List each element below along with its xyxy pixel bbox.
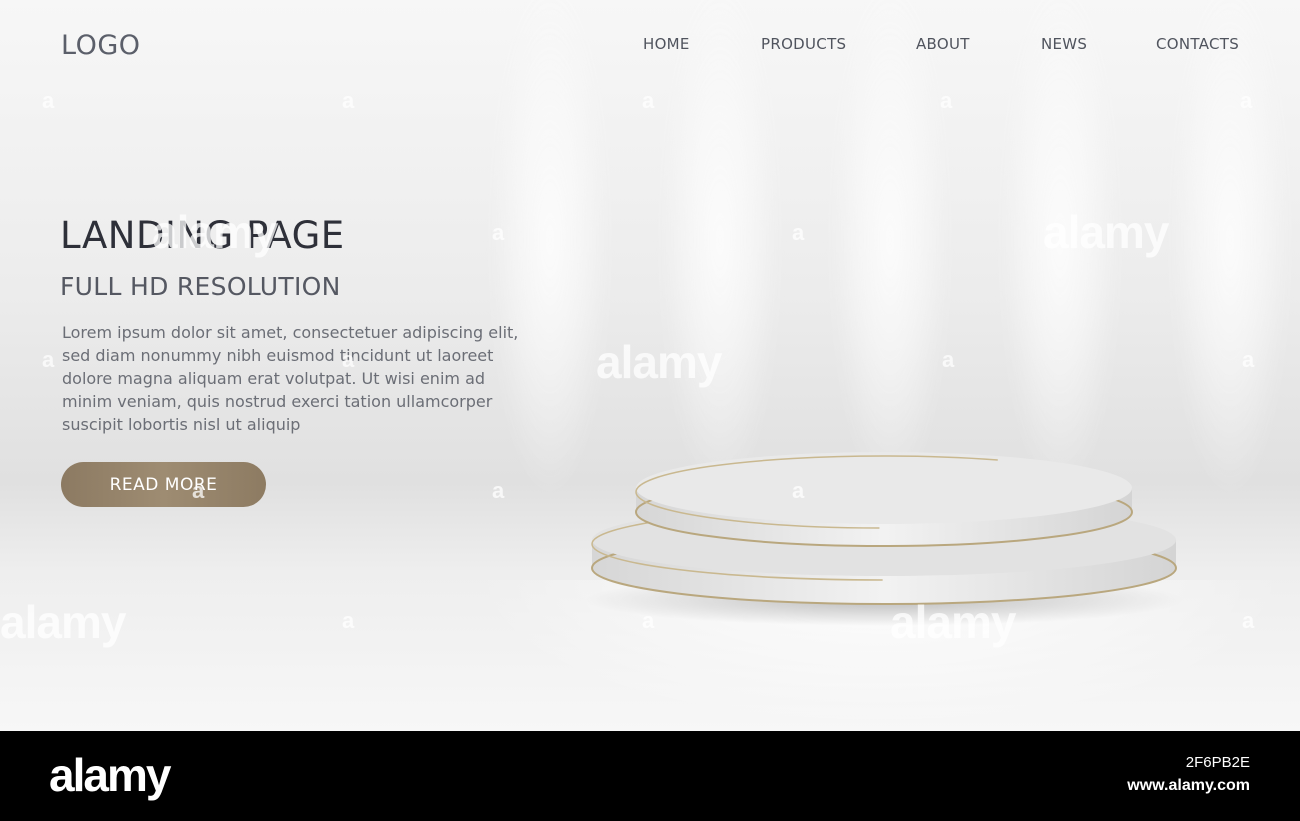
watermark-mark: a (192, 478, 204, 503)
nav-products[interactable]: PRODUCTS (761, 35, 846, 53)
watermark-mark: a (492, 220, 504, 245)
nav-news[interactable]: NEWS (1041, 35, 1087, 53)
light-ray (1170, 0, 1290, 500)
watermark-mark: a (342, 347, 354, 372)
footer-brand-logo: alamy (49, 749, 171, 801)
watermark-mark: a (792, 220, 804, 245)
watermark-text: alamy (596, 336, 722, 388)
watermark-mark: a (1242, 608, 1254, 633)
watermark-mark: a (940, 88, 952, 113)
hero-body-text: Lorem ipsum dolor sit amet, consectetuer… (62, 323, 519, 434)
podium-image (586, 452, 1184, 626)
watermark-mark: a (42, 88, 54, 113)
watermark-mark: a (1242, 347, 1254, 372)
watermark-mark: a (492, 478, 504, 503)
watermark-text: alamy (890, 596, 1016, 648)
watermark-mark: a (342, 608, 354, 633)
watermark-mark: a (1240, 88, 1252, 113)
watermark-mark: a (942, 347, 954, 372)
watermark-mark: a (42, 347, 54, 372)
hero-subtitle: FULL HD RESOLUTION (60, 272, 341, 301)
watermark-mark: a (342, 88, 354, 113)
footer-url[interactable]: www.alamy.com (1127, 777, 1250, 795)
footer-bar (0, 731, 1300, 821)
watermark-text: alamy (0, 596, 126, 648)
light-ray (830, 0, 950, 500)
nav-about[interactable]: ABOUT (916, 35, 970, 53)
nav-home[interactable]: HOME (643, 35, 690, 53)
watermark-mark: a (642, 608, 654, 633)
hero-stage: LOGO HOME PRODUCTS ABOUT NEWS CONTACTS L… (0, 0, 1300, 731)
main-nav: HOME PRODUCTS ABOUT NEWS CONTACTS (0, 35, 1300, 59)
watermark-text: alamy (1043, 206, 1169, 258)
footer-image-id: 2F6PB2E (1185, 754, 1250, 771)
nav-contacts[interactable]: CONTACTS (1156, 35, 1239, 53)
watermark-mark: a (792, 478, 804, 503)
light-ray (660, 0, 780, 500)
watermark-mark: a (642, 88, 654, 113)
watermark-text: alamy (152, 206, 278, 258)
read-more-button[interactable]: READ MORE (61, 462, 266, 507)
